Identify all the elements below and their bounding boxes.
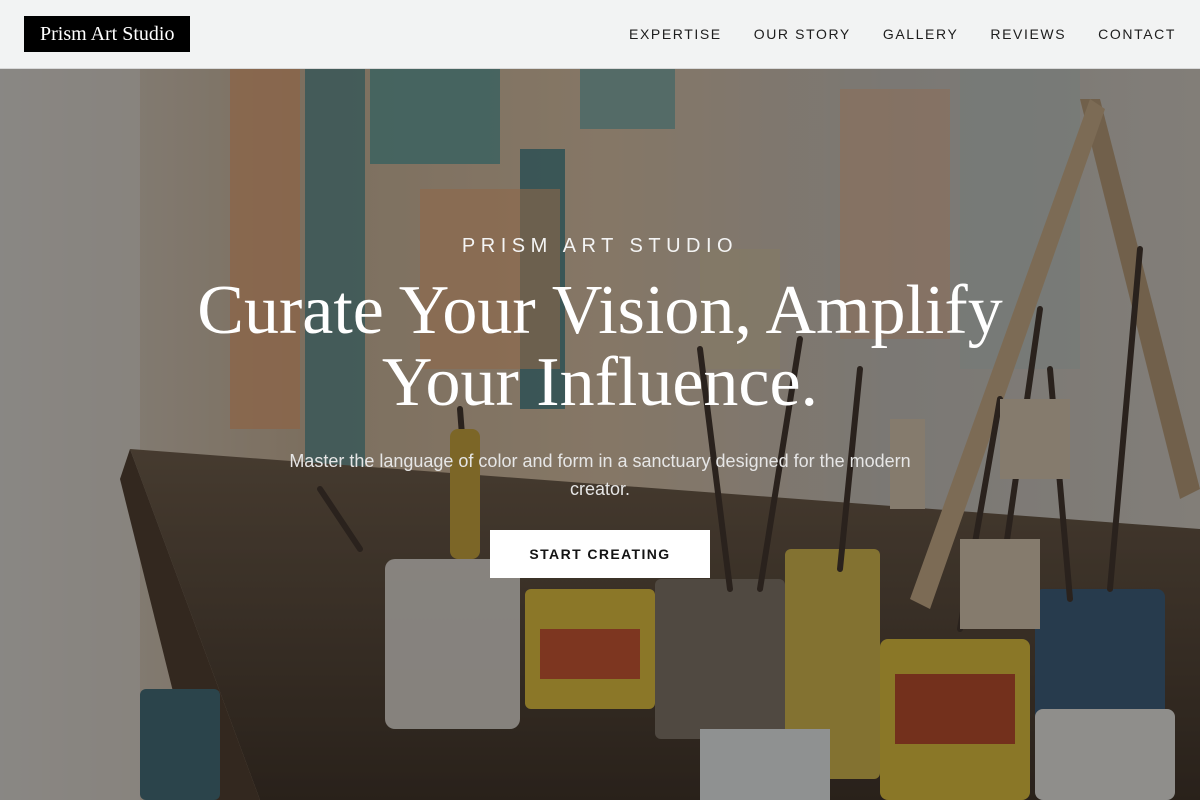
hero-headline: Curate Your Vision, Amplify Your Influen…: [197, 272, 1003, 421]
main-nav: EXPERTISE OUR STORY GALLERY REVIEWS CONT…: [629, 26, 1176, 42]
nav-our-story[interactable]: OUR STORY: [754, 26, 851, 42]
nav-expertise[interactable]: EXPERTISE: [629, 26, 722, 42]
logo[interactable]: Prism Art Studio: [24, 16, 191, 52]
hero-kicker: PRISM ART STUDIO: [461, 235, 739, 257]
site-header: Prism Art Studio EXPERTISE OUR STORY GAL…: [0, 0, 1200, 69]
hero-content: PRISM ART STUDIO Curate Your Vision, Amp…: [0, 69, 1200, 800]
nav-contact[interactable]: CONTACT: [1098, 26, 1176, 42]
nav-reviews[interactable]: REVIEWS: [990, 26, 1066, 42]
start-creating-button[interactable]: START CREATING: [490, 530, 710, 578]
nav-gallery[interactable]: GALLERY: [883, 26, 959, 42]
hero-subtitle: Master the language of color and form in…: [289, 451, 911, 499]
